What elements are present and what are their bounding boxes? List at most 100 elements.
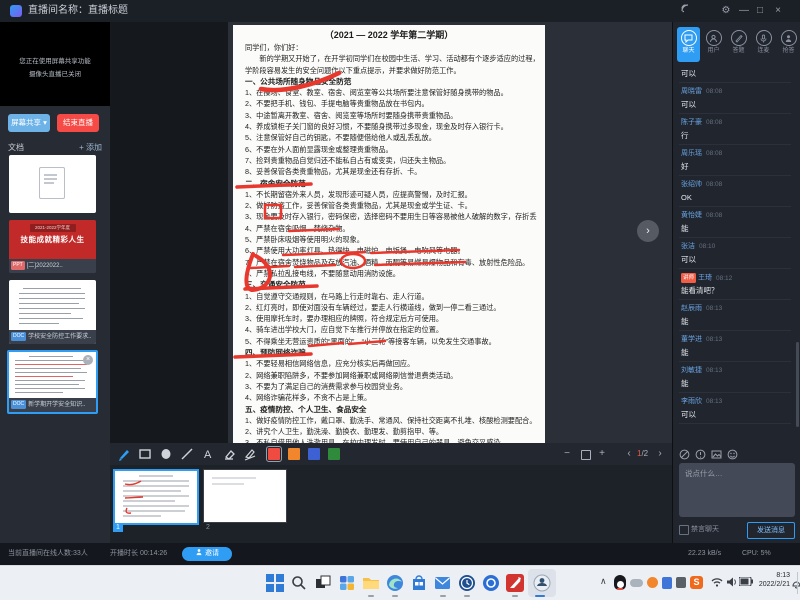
color-swatch-green[interactable]	[328, 448, 340, 460]
file-explorer-icon[interactable]	[360, 572, 382, 594]
doc-badge: DOC	[11, 332, 26, 341]
line-tool[interactable]	[180, 447, 194, 461]
page-thumbnail-2[interactable]	[203, 469, 287, 523]
close-button[interactable]: ×	[770, 0, 786, 22]
document-line: 2、网络兼职陷阱多，不要参加网络兼职或网络刷信誉退费类活动。	[245, 370, 537, 381]
sogou-input-icon[interactable]: S	[690, 576, 703, 589]
document-thumbnail-doc2-selected[interactable]: × DOC新学期开学安全知识..	[7, 350, 98, 414]
notification-bell-icon[interactable]	[792, 578, 800, 589]
show-desktop-divider[interactable]	[797, 572, 798, 594]
chat-input[interactable]: 说点什么…	[679, 463, 795, 517]
document-line: 7、严禁在宿舍焚烧物品及存放汽油、酒精、丙酮等易燃易爆物品和有毒、放射性危险品。	[245, 257, 537, 268]
edge-browser-icon[interactable]	[384, 572, 406, 594]
mail-icon[interactable]	[432, 572, 454, 594]
clear-annotations-tool[interactable]	[243, 447, 257, 461]
color-swatch-red[interactable]	[268, 448, 280, 460]
wifi-icon[interactable]	[711, 577, 723, 587]
blue-circle-app-icon[interactable]	[480, 572, 502, 594]
message-time: 08:13	[706, 305, 722, 312]
end-live-button[interactable]: 结束直播	[57, 114, 99, 132]
cloud-icon[interactable]	[630, 579, 643, 587]
color-swatch-blue[interactable]	[308, 448, 320, 460]
tray-chevron-icon[interactable]: ∧	[600, 576, 607, 587]
prev-page-button[interactable]: ‹	[622, 443, 636, 465]
expand-panel-button[interactable]: ›	[637, 220, 659, 242]
tab-quiz[interactable]: 答题	[727, 27, 750, 62]
chat-message: 赵辰雨08:13 能	[679, 300, 791, 331]
running-indicator	[392, 595, 398, 597]
document-line: 1、做好疫情防控工作，戴口罩、勤洗手、常通风、保持社交距离不扎堆、核酸检测要配合…	[245, 415, 537, 426]
add-document-button[interactable]: + 添加	[79, 142, 102, 153]
start-button-icon[interactable]	[264, 572, 286, 594]
chat-message: 陈子豪08:08 行	[679, 114, 791, 145]
volume-icon[interactable]	[726, 576, 738, 588]
screen-share-button[interactable]: 屏幕共享 ▾	[8, 114, 50, 132]
active-app-indicator	[535, 595, 545, 597]
chat-input-icons	[679, 449, 743, 461]
document-icon	[39, 167, 65, 199]
text-tool[interactable]: A	[201, 447, 215, 461]
color-swatch-orange[interactable]	[288, 448, 300, 460]
orange-tray-icon[interactable]	[647, 577, 658, 588]
invite-button[interactable]: 邀请	[182, 547, 232, 561]
document-line: 3、现金要及时存入银行，密码保密，选择密码不要用生日等容易被他人破解的数字，存折…	[245, 211, 537, 222]
document-line: 5、不得乘坐无营运资质的“黑面的”、“小三轮”等接客车辆，以免发生交通事故。	[245, 336, 537, 347]
qq-penguin-icon[interactable]	[614, 575, 626, 590]
screen-share-notice-line1: 您正在使用屏幕共享功能	[0, 55, 110, 65]
pen-tool[interactable]	[117, 447, 131, 461]
document-title: （2021 — 2022 学年第二学期）	[233, 29, 545, 42]
live-app-icon[interactable]	[531, 572, 553, 594]
blue-tray-icon[interactable]	[662, 577, 672, 589]
search-icon[interactable]	[288, 572, 310, 594]
settings-gear-icon[interactable]: ⚙	[718, 0, 734, 22]
clock-app-icon[interactable]	[456, 572, 478, 594]
chat-message-list[interactable]: 可以 周晓雷08:08 可以 陈子豪08:08 行 周乐瑶08:08 好	[673, 66, 797, 443]
sender-name: 赵辰雨	[681, 305, 702, 312]
whiteboard-canvas[interactable]: （2021 — 2022 学年第二学期） 同学们，你们好： 新的学期又开始了，在…	[110, 22, 672, 443]
message-text: 能	[681, 223, 789, 234]
widgets-icon[interactable]	[336, 572, 358, 594]
maximize-button[interactable]: □	[752, 0, 768, 22]
page-thumbnail-1[interactable]	[113, 469, 199, 525]
announcement-icon[interactable]	[695, 449, 706, 460]
chat-scrollbar[interactable]	[796, 342, 799, 427]
tab-raise-hand[interactable]: 抢答	[777, 27, 800, 62]
image-icon[interactable]	[711, 449, 722, 460]
rectangle-tool[interactable]	[138, 447, 152, 461]
mute-hand-icon[interactable]	[679, 449, 690, 460]
microsoft-store-icon[interactable]	[408, 572, 430, 594]
doc-badge: DOC	[11, 400, 26, 409]
message-time: 08:13	[706, 336, 722, 343]
document-line: 3、使用摩托车时，要办理相应的牌照，符合规定后方可使用。	[245, 313, 537, 324]
emoji-icon[interactable]	[727, 449, 738, 460]
eraser-tool[interactable]	[222, 447, 236, 461]
document-thumbnail-ppt[interactable]: 2021-2022学年度 技能成就精彩人生 PPT[二]2022022..	[9, 220, 96, 273]
message-text: OK	[681, 192, 789, 203]
screen-share-notice-line2: 摄像头直播已关闭	[0, 68, 110, 78]
sender-name: 董学进	[681, 336, 702, 343]
document-line: 五、疫情防控、个人卫生、食品安全	[245, 404, 537, 415]
mute-chat-checkbox[interactable]	[679, 525, 689, 535]
document-page[interactable]: （2021 — 2022 学年第二学期） 同学们，你们好： 新的学期又开始了，在…	[233, 25, 545, 443]
tab-users[interactable]: 用户	[702, 27, 725, 62]
remove-document-icon[interactable]: ×	[83, 355, 93, 365]
send-message-button[interactable]: 发送消息	[747, 522, 795, 539]
tab-chat[interactable]: 聊天	[677, 27, 700, 62]
gray-tray-icon[interactable]	[676, 577, 686, 588]
task-view-icon[interactable]	[312, 572, 334, 594]
message-time: 08:08	[706, 212, 722, 219]
zoom-in-button[interactable]: +	[595, 443, 609, 465]
document-line: 同学们，你们好：	[245, 42, 537, 53]
red-app-icon[interactable]	[504, 572, 526, 594]
taskbar-clock[interactable]: 8:13 2022/2/21	[750, 571, 790, 589]
tab-mic-link[interactable]: 连麦	[752, 27, 775, 62]
fit-page-button[interactable]	[581, 450, 591, 460]
minimize-button[interactable]: —	[736, 0, 752, 22]
document-thumbnail-doc1[interactable]: DOC学校安全防控工作要求..	[9, 280, 96, 344]
ellipse-tool[interactable]	[159, 447, 173, 461]
next-page-button[interactable]: ›	[653, 443, 667, 465]
document-thumbnail-blank[interactable]	[9, 155, 96, 213]
zoom-out-button[interactable]: −	[560, 443, 574, 465]
document-line: 5、严禁卧床吸烟等使用明火的现象。	[245, 234, 537, 245]
cast-icon[interactable]	[678, 0, 694, 22]
